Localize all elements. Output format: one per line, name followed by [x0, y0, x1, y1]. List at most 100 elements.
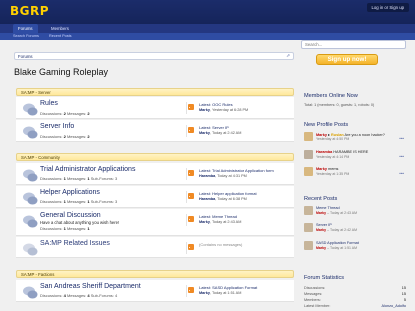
forum-bubbles-icon [23, 243, 38, 256]
stat-row: Messages: 15 [304, 292, 406, 296]
last-post-title[interactable]: Latest: Trial Administrator Application … [199, 168, 284, 173]
forum-title-samp-issues[interactable]: SA:MP Related Issues [40, 240, 110, 247]
recent-post-meta: Marky – Today at 2:42 AM [316, 228, 357, 232]
latest-member-link[interactable]: Alonzo_Adolfo [382, 304, 407, 308]
forum-title-helper-apps[interactable]: Helper Applications [40, 189, 100, 196]
avatar[interactable] [304, 150, 313, 159]
profile-post: Haramba HARAMBE IS HERE Yesterday at 4:1… [304, 150, 406, 160]
profile-post-text: Marky mems [316, 167, 339, 171]
forum-bubbles-icon [23, 169, 38, 182]
last-post-title[interactable]: Latest: OOC Rules [199, 102, 284, 107]
avatar[interactable] [304, 206, 313, 215]
page-title: Blake Gaming Roleplay [14, 67, 109, 77]
forum-description: Have a chat about anything you wish here… [40, 220, 120, 225]
avatar[interactable] [304, 167, 313, 176]
last-post-title[interactable]: Latest: SASD Application Format [199, 285, 284, 290]
category-header[interactable]: SA:MP - Server [16, 88, 294, 96]
forum-node: General Discussion Have a chat about any… [16, 209, 294, 236]
forum-title-sheriff-dept[interactable]: San Andreas Sheriff Department [40, 283, 141, 290]
recent-post-title[interactable]: Server IP [316, 223, 332, 227]
forum-stats: Discussions: 1 Messages: 1 [40, 226, 90, 231]
forum-node: Helper Applications Discussions: 1 Messa… [16, 186, 294, 208]
avatar[interactable] [304, 223, 313, 232]
more-options-icon[interactable]: ••• [399, 154, 404, 159]
forum-title-server-info[interactable]: Server Info [40, 123, 74, 130]
recent-post: Server IP Marky – Today at 2:42 AM [304, 223, 406, 233]
category-title[interactable]: SA:MP - Community [21, 155, 60, 160]
forum-node: Trial Administrator Applications Discuss… [16, 163, 294, 185]
rss-icon[interactable] [188, 216, 194, 222]
recent-post: SASD Application Format Marky – Today at… [304, 241, 406, 251]
category-title[interactable]: SA:MP - Server [21, 90, 51, 95]
more-options-icon[interactable]: ••• [399, 171, 404, 176]
link-icon[interactable]: ⇗ [286, 53, 290, 59]
rss-icon[interactable] [188, 244, 194, 250]
last-post-title[interactable]: Latest: Meme Thread [199, 214, 284, 219]
top-header: BGRP Log in or Sign up [0, 0, 415, 24]
last-post-meta: Marky, Today at 2:43 AM [199, 220, 242, 224]
recent-post-meta: Marky – Today at 1:51 AM [316, 246, 357, 250]
last-post: Latest: Server IP Marky, Today at 2:42 A… [186, 125, 284, 137]
profile-posts-heading: New Profile Posts [304, 122, 349, 128]
rss-icon[interactable] [188, 127, 194, 133]
rss-icon[interactable] [188, 170, 194, 176]
tab-members[interactable]: Members [46, 24, 74, 33]
tab-forums[interactable]: Forums [13, 24, 38, 33]
signup-button[interactable]: Sign up now! [316, 54, 378, 65]
last-post-meta: Marky, Yesterday at 6:28 PM [199, 108, 249, 112]
rss-icon[interactable] [188, 104, 194, 110]
forum-node: Rules Discussions: 2 Messages: 2 Latest:… [16, 97, 294, 119]
profile-post: Marky ▸ Ruslan Are you a noon hacker? Ye… [304, 132, 406, 142]
category-title[interactable]: SA:MP - Factions [21, 272, 54, 277]
stat-row: Members: 5 [304, 298, 406, 302]
last-post-meta: Marky, Today at 2:42 AM [199, 131, 242, 135]
stat-row: Discussions: 15 [304, 286, 406, 290]
forum-bubbles-icon [23, 126, 38, 139]
forum-title-trial-admin-apps[interactable]: Trial Administrator Applications [40, 166, 135, 173]
breadcrumb: Forums ⇗ [14, 52, 294, 60]
forum-title-rules[interactable]: Rules [40, 100, 58, 107]
subforums-dropdown[interactable]: Sub-Forums: 3 [91, 199, 117, 204]
forum-title-general-discussion[interactable]: General Discussion [40, 212, 101, 219]
recent-post-title[interactable]: Meme Thread [316, 206, 340, 210]
profile-post-text: Haramba HARAMBE IS HERE [316, 150, 369, 154]
subnav-recent-posts[interactable]: Recent Posts [49, 33, 72, 40]
members-online-text: Total: 1 (members: 0, guests: 1, robots:… [304, 103, 375, 107]
breadcrumb-forums[interactable]: Forums [18, 54, 33, 59]
category-header[interactable]: SA:MP - Community [16, 153, 294, 161]
rss-icon[interactable] [188, 287, 194, 293]
avatar[interactable] [304, 132, 313, 141]
category-header[interactable]: SA:MP - Factions [16, 270, 294, 278]
forum-bubbles-icon [23, 192, 38, 205]
forum-stats: Discussions: 1 Messages: 1 Sub-Forums: 3 [40, 176, 118, 181]
more-options-icon[interactable]: ••• [399, 136, 404, 141]
search-input[interactable] [301, 40, 406, 49]
stat-row: Latest Member: Alonzo_Adolfo [304, 304, 406, 308]
rss-icon[interactable] [188, 193, 194, 199]
profile-post: Marky mems Yesterday at 1:35 PM ••• [304, 167, 406, 177]
site-logo[interactable]: BGRP [10, 4, 49, 18]
forum-bubbles-icon [23, 286, 38, 299]
last-post: Latest: SASD Application Format Marky, T… [186, 285, 284, 297]
profile-post-time: Yesterday at 4:50 PM [316, 137, 350, 141]
forum-stats: Discussions: 4 Messages: 4 Sub-Forums: 4 [40, 293, 118, 298]
recent-post-title[interactable]: SASD Application Format [316, 241, 359, 245]
forum-stats: Discussions: 2 Messages: 2 [40, 134, 90, 139]
subforums-dropdown[interactable]: Sub-Forums: 3 [91, 176, 117, 181]
nav-tabs: Forums Members [0, 24, 415, 33]
last-post-meta: Haramba, Today at 4:31 PM [199, 174, 247, 178]
last-post: (Contains no messages) [186, 242, 284, 254]
last-post-title[interactable]: Latest: Server IP [199, 125, 284, 130]
last-post: Latest: OOC Rules Marky, Yesterday at 6:… [186, 102, 284, 114]
login-signup-button[interactable]: Log in or Sign up [366, 3, 409, 12]
last-post-title[interactable]: Latest: Helper application format [199, 191, 284, 196]
members-online-heading: Members Online Now [304, 93, 358, 99]
profile-post-time: Yesterday at 1:35 PM [316, 172, 350, 176]
forum-bubbles-icon [23, 215, 38, 228]
forum-bubbles-icon [23, 103, 38, 116]
subforums-dropdown[interactable]: Sub-Forums: 4 [91, 293, 117, 298]
last-post-meta: Haramba, Today at 6:38 PM [199, 197, 247, 201]
avatar[interactable] [304, 241, 313, 250]
recent-posts-heading: Recent Posts [304, 196, 338, 202]
subnav-search-forums[interactable]: Search Forums [13, 33, 39, 40]
